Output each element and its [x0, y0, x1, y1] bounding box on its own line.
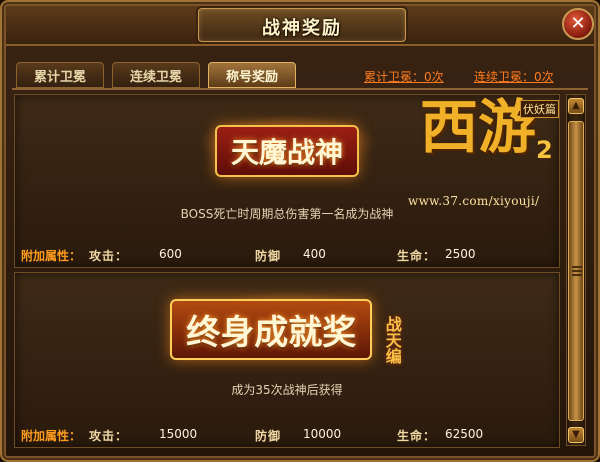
window-title: 战神奖励 [262, 18, 342, 39]
tab-title-reward[interactable]: 称号奖励 [208, 62, 296, 88]
reward-attributes-1: 附加属性： 攻击： 600 防御 400 生命： 2500 [21, 247, 553, 267]
defense-label: 防御 [255, 429, 282, 443]
logo-url: www.37.com/xiyouji/ [408, 194, 540, 208]
logo-title: 西游 [420, 93, 537, 161]
reward-card-2: 终身成就奖 战天编 成为35次战神后获得 附加属性： 攻击： 15000 防御 … [14, 272, 560, 448]
reward-window: 战神奖励 ✕ 累计卫冕 连续卫冕 称号奖励 累计卫冕：0次 连续卫冕：0次 天魔… [0, 0, 600, 462]
reward-title-2: 终身成就奖 [170, 299, 373, 360]
hp-label: 生命： [397, 249, 437, 263]
tab-divider [12, 88, 588, 90]
title-plate: 战神奖励 [198, 8, 406, 42]
scrollbar[interactable]: ▲ ▼ [566, 94, 586, 446]
consecutive-defense-count: 连续卫冕：0次 [474, 70, 554, 84]
reward-description-2: 成为35次战神后获得 [231, 383, 343, 397]
tab-cumulative-defense[interactable]: 累计卫冕 [16, 62, 104, 88]
grip-line [572, 274, 582, 276]
scroll-down-icon[interactable]: ▼ [568, 427, 584, 443]
grip-line [572, 270, 582, 272]
tab-consecutive-defense[interactable]: 连续卫冕 [112, 62, 200, 88]
attack-value: 15000 [159, 427, 198, 441]
attack-label: 攻击： [89, 429, 129, 443]
reward-banner-2: 终身成就奖 战天编 [15, 299, 559, 364]
scroll-up-icon[interactable]: ▲ [568, 98, 584, 114]
close-icon[interactable]: ✕ [562, 8, 594, 40]
attack-label: 攻击： [89, 249, 129, 263]
game-logo: 西游 伏妖篇 2 www.37.com/xiyouji/ [408, 93, 584, 208]
scroll-thumb[interactable] [568, 121, 584, 421]
defense-value: 400 [303, 247, 326, 261]
attack-value: 600 [159, 247, 182, 261]
reward-side-text-2: 战天编 [382, 315, 402, 364]
logo-number: 2 [536, 136, 553, 164]
reward-attributes-2: 附加属性： 攻击： 15000 防御 10000 生命： 62500 [21, 427, 553, 447]
cumulative-defense-count: 累计卫冕：0次 [364, 70, 444, 84]
hp-value: 62500 [445, 427, 484, 441]
reward-title-1: 天魔战神 [214, 125, 359, 177]
attr-label: 附加属性： [21, 429, 82, 443]
logo-tag: 伏妖篇 [520, 100, 559, 118]
defense-value: 10000 [303, 427, 342, 441]
hp-value: 2500 [445, 247, 476, 261]
grip-line [572, 266, 582, 268]
hp-label: 生命： [397, 429, 437, 443]
attr-label: 附加属性： [21, 249, 82, 263]
defense-label: 防御 [255, 249, 282, 263]
